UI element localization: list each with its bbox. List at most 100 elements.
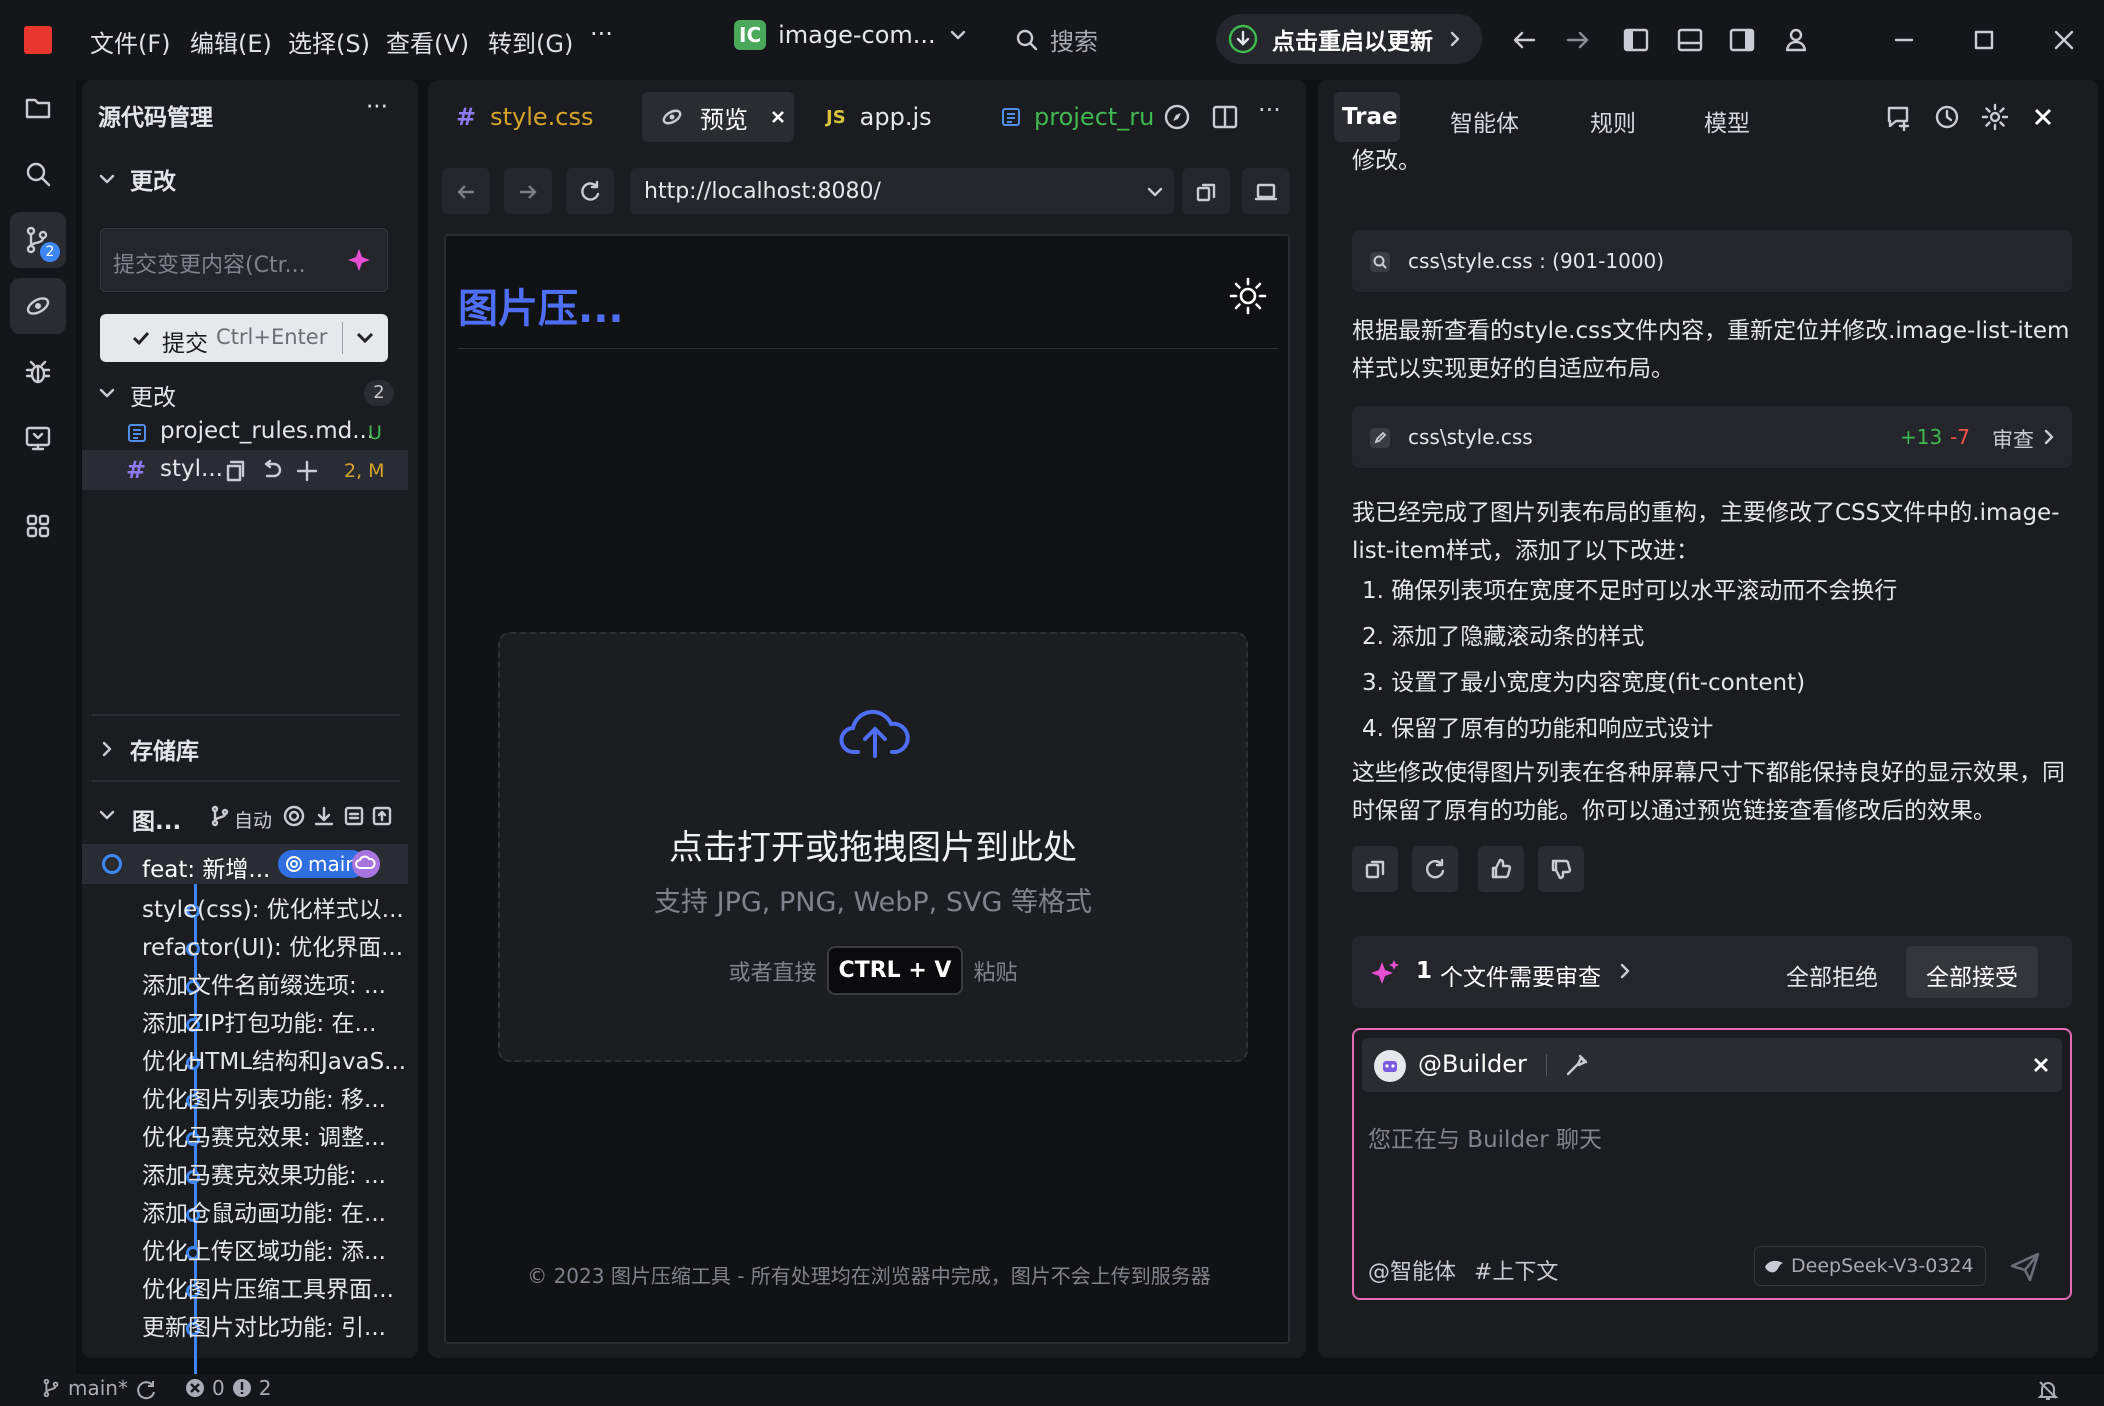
commit-message[interactable]: 更新图片对比功能: 引... bbox=[142, 1308, 386, 1342]
commit-message[interactable]: 优化上传区域功能: 添... bbox=[142, 1232, 386, 1266]
tab-style-css[interactable]: # style.css bbox=[456, 92, 594, 142]
add-context-button[interactable]: #上下文 bbox=[1474, 1254, 1558, 1286]
commit-message[interactable]: refactor(UI): 优化界面... bbox=[142, 928, 403, 962]
branch-status[interactable]: main* bbox=[40, 1376, 128, 1400]
account-icon[interactable] bbox=[1780, 24, 1812, 56]
commit-row-head[interactable]: feat: 新增... main bbox=[82, 844, 408, 884]
open-external-button[interactable] bbox=[1242, 168, 1290, 214]
close-window-icon[interactable] bbox=[2048, 24, 2080, 56]
tab-agent[interactable]: 智能体 bbox=[1450, 104, 1519, 138]
commit-message-input[interactable]: 提交变更内容(Ctr... bbox=[100, 228, 388, 292]
maximize-icon[interactable] bbox=[1968, 24, 2000, 56]
send-icon[interactable] bbox=[2006, 1246, 2046, 1286]
target-icon[interactable] bbox=[282, 804, 306, 828]
tab-project-rules[interactable]: project_ru bbox=[1000, 92, 1154, 142]
menu-select[interactable]: 选择(S) bbox=[288, 24, 370, 59]
push-icon[interactable] bbox=[370, 804, 394, 828]
extensions-button[interactable] bbox=[10, 498, 66, 554]
browser-reload-button[interactable] bbox=[566, 168, 614, 214]
file-edit-chip[interactable]: css\style.css +13 -7 审查 bbox=[1352, 406, 2072, 468]
close-icon[interactable] bbox=[2030, 104, 2056, 130]
panel-more-button[interactable]: ··· bbox=[366, 94, 388, 120]
stage-plus-icon[interactable] bbox=[294, 458, 320, 484]
problems-status[interactable]: 0 2 bbox=[184, 1376, 271, 1400]
menu-view[interactable]: 查看(V) bbox=[386, 24, 469, 59]
thumbs-down-button[interactable] bbox=[1538, 846, 1584, 892]
commit-message[interactable]: 添加仓鼠动画功能: 在... bbox=[142, 1194, 386, 1228]
review-label[interactable]: 个文件需要审查 bbox=[1440, 958, 1601, 992]
split-editor-icon[interactable] bbox=[1210, 102, 1240, 132]
settings-gear-icon[interactable] bbox=[1980, 102, 2010, 132]
changes-section-header[interactable]: 更改 bbox=[98, 162, 176, 196]
toggle-sidebar-icon[interactable] bbox=[1620, 24, 1652, 56]
changes-group[interactable]: 更改 2 bbox=[98, 376, 398, 411]
remote-button[interactable] bbox=[10, 278, 66, 334]
tab-app-js[interactable]: JS app.js bbox=[826, 92, 932, 142]
regenerate-button[interactable] bbox=[1412, 846, 1458, 892]
toggle-secondary-sidebar-icon[interactable] bbox=[1726, 24, 1758, 56]
source-control-button[interactable]: 2 bbox=[10, 212, 66, 268]
menu-edit[interactable]: 编辑(E) bbox=[190, 24, 272, 59]
notifications-off-icon[interactable] bbox=[2036, 1378, 2060, 1402]
minimize-icon[interactable] bbox=[1888, 24, 1920, 56]
tab-trae[interactable]: Trae bbox=[1334, 92, 1400, 142]
browser-forward-button[interactable] bbox=[504, 168, 552, 214]
search-view-button[interactable] bbox=[10, 146, 66, 202]
close-icon[interactable] bbox=[2030, 1054, 2052, 1076]
debug-button[interactable] bbox=[10, 344, 66, 400]
project-switcher[interactable]: IC image-com... bbox=[734, 20, 968, 50]
commit-message[interactable]: 添加马赛克效果功能: ... bbox=[142, 1156, 386, 1190]
nav-forward-icon[interactable] bbox=[1562, 24, 1594, 56]
tools-icon[interactable] bbox=[1564, 1052, 1590, 1078]
changed-file-row[interactable]: project_rules.md... U bbox=[82, 414, 418, 450]
changed-file-row-selected[interactable]: # styl... 2, M bbox=[82, 450, 408, 490]
commit-button[interactable]: 提交 Ctrl+Enter bbox=[100, 314, 388, 362]
sync-icon[interactable] bbox=[134, 1378, 158, 1402]
discard-icon[interactable] bbox=[258, 458, 284, 484]
reject-all-button[interactable]: 全部拒绝 bbox=[1786, 958, 1878, 992]
sun-icon[interactable] bbox=[1228, 276, 1268, 316]
thumbs-up-button[interactable] bbox=[1478, 846, 1524, 892]
commit-message[interactable]: style(css): 优化样式以... bbox=[142, 890, 404, 924]
commit-message[interactable]: 优化图片列表功能: 移... bbox=[142, 1080, 386, 1114]
update-button[interactable]: 点击重启以更新 bbox=[1216, 14, 1482, 64]
ai-sparkle-icon[interactable] bbox=[345, 245, 375, 275]
upload-dropzone[interactable]: 点击打开或拖拽图片到此处 支持 JPG, PNG, WebP, SVG 等格式 … bbox=[498, 632, 1248, 1062]
menu-more[interactable]: ··· bbox=[590, 20, 613, 48]
remote-explorer-button[interactable] bbox=[10, 410, 66, 466]
chevron-down-icon[interactable] bbox=[1146, 183, 1164, 201]
explorer-button[interactable] bbox=[10, 80, 66, 136]
tab-preview[interactable]: 预览 bbox=[642, 92, 794, 142]
nav-back-icon[interactable] bbox=[1508, 24, 1540, 56]
menu-file[interactable]: 文件(F) bbox=[90, 24, 171, 59]
copy-message-button[interactable] bbox=[1352, 846, 1398, 892]
chevron-down-icon[interactable] bbox=[354, 328, 376, 348]
mention-agent-button[interactable]: @智能体 bbox=[1368, 1254, 1456, 1286]
url-bar[interactable]: http://localhost:8080/ bbox=[630, 168, 1174, 214]
history-icon[interactable] bbox=[1932, 102, 1962, 132]
file-reference-chip[interactable]: css\style.css : (901-1000) bbox=[1352, 230, 2072, 292]
accept-all-button[interactable]: 全部接受 bbox=[1906, 946, 2038, 998]
compass-icon[interactable] bbox=[1162, 102, 1192, 132]
auto-label[interactable]: 自动 bbox=[234, 806, 272, 833]
tab-models[interactable]: 模型 bbox=[1704, 104, 1750, 138]
repository-section-header[interactable]: 存储库 bbox=[98, 732, 199, 766]
editor-more-button[interactable]: ··· bbox=[1258, 96, 1281, 124]
commit-message[interactable]: 优化图片压缩工具界面... bbox=[142, 1270, 394, 1304]
new-chat-icon[interactable] bbox=[1884, 102, 1914, 132]
copy-url-button[interactable] bbox=[1182, 168, 1230, 214]
branch-icon[interactable] bbox=[208, 804, 232, 828]
graph-section-header[interactable]: 图... 自动 bbox=[98, 796, 416, 836]
commit-message[interactable]: 优化马赛克效果: 调整... bbox=[142, 1118, 386, 1152]
menu-goto[interactable]: 转到(G) bbox=[488, 24, 573, 59]
fetch-icon[interactable] bbox=[312, 804, 336, 828]
search-box[interactable]: 搜索 bbox=[1014, 22, 1098, 57]
pull-icon[interactable] bbox=[342, 804, 366, 828]
commit-message[interactable]: 优化HTML结构和JavaS... bbox=[142, 1042, 406, 1076]
close-icon[interactable] bbox=[768, 107, 788, 127]
model-selector[interactable]: DeepSeek-V3-0324 bbox=[1754, 1246, 1986, 1286]
chat-input-box[interactable]: @Builder 您正在与 Builder 聊天 @智能体 #上下文 DeepS… bbox=[1352, 1028, 2072, 1300]
agent-selector[interactable]: @Builder bbox=[1362, 1038, 2062, 1092]
tab-rules[interactable]: 规则 bbox=[1590, 104, 1636, 138]
toggle-panel-icon[interactable] bbox=[1674, 24, 1706, 56]
